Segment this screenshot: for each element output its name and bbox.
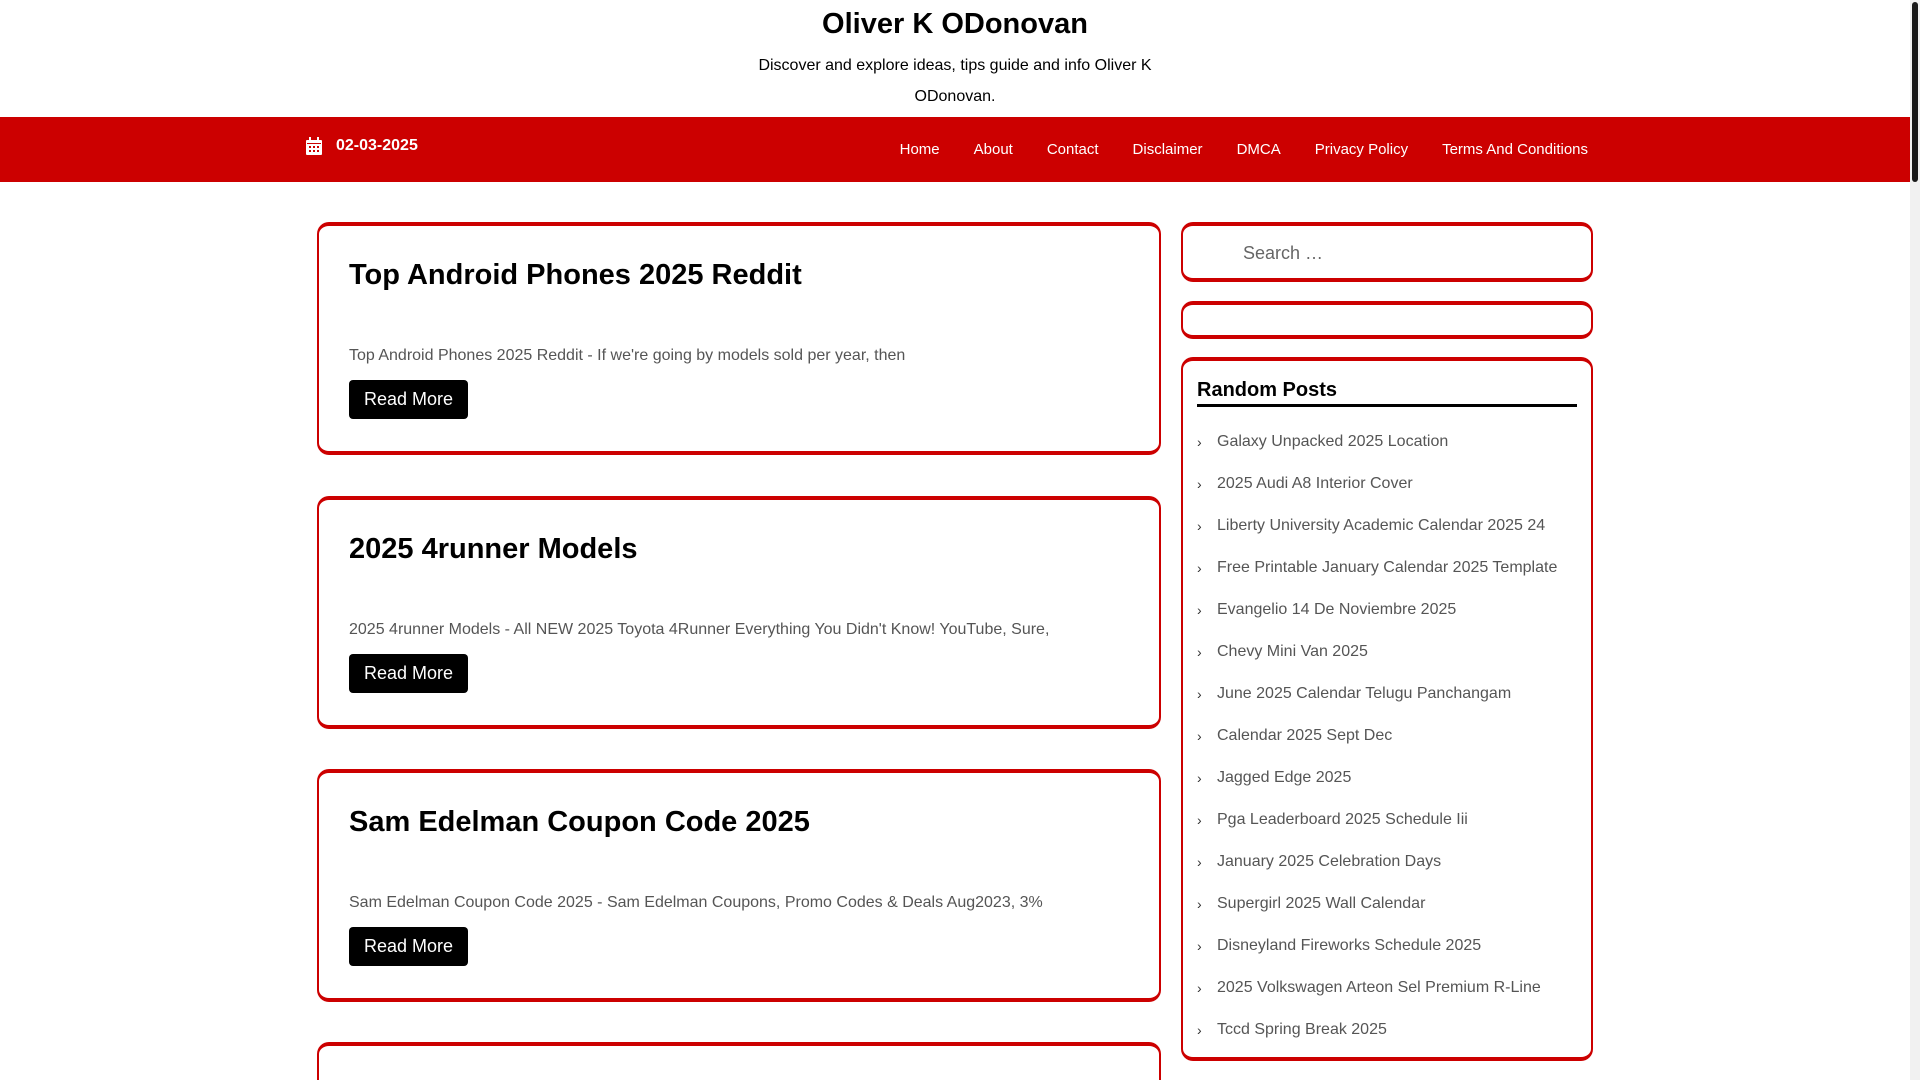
current-date: 02-03-2025 <box>336 137 418 154</box>
list-item: › 2025 Volkswagen Arteon Sel Premium R-Li… <box>1197 967 1577 1009</box>
nav-item-terms[interactable]: Terms And Conditions <box>1442 141 1588 158</box>
random-post-link[interactable]: Pga Leaderboard 2025 Schedule Iii <box>1217 811 1468 829</box>
chevron-right-icon: › <box>1197 560 1202 576</box>
nav-item-home[interactable]: Home <box>900 141 940 158</box>
list-item: › Chevy Mini Van 2025 <box>1197 631 1577 673</box>
chevron-right-icon: › <box>1197 476 1202 492</box>
read-more-button[interactable]: Read More <box>349 927 469 966</box>
random-post-link[interactable]: 2025 Audi A8 Interior Cover <box>1217 475 1413 493</box>
list-item: › Evangelio 14 De Noviembre 2025 <box>1197 589 1577 631</box>
list-item: › Calendar 2025 Sept Dec <box>1197 715 1577 757</box>
random-post-link[interactable]: Chevy Mini Van 2025 <box>1217 643 1368 661</box>
random-post-link[interactable]: June 2025 Calendar Telugu Panchangam <box>1217 685 1511 703</box>
chevron-right-icon: › <box>1197 980 1202 996</box>
nav-item-about[interactable]: About <box>974 141 1013 158</box>
post-excerpt: 2025 4runner Models - All NEW 2025 Toyot… <box>349 621 1050 638</box>
random-post-link[interactable]: Tccd Spring Break 2025 <box>1217 1021 1387 1039</box>
nav-item-privacy-policy[interactable]: Privacy Policy <box>1315 141 1408 158</box>
nav-item-contact[interactable]: Contact <box>1047 141 1099 158</box>
list-item: › Pga Leaderboard 2025 Schedule Iii <box>1197 799 1577 841</box>
random-posts-list: › Galaxy Unpacked 2025 Location › 2025 Aud… <box>1197 421 1577 1051</box>
post-card: 2025 4runner Models 2025 4runner Models … <box>317 496 1161 729</box>
post-title[interactable]: 2025 4runner Models <box>349 533 638 565</box>
random-post-link[interactable]: Disneyland Fireworks Schedule 2025 <box>1217 937 1481 955</box>
chevron-right-icon: › <box>1197 854 1202 870</box>
post-title[interactable]: Top Android Phones 2025 Reddit <box>349 259 802 291</box>
random-post-link[interactable]: Calendar 2025 Sept Dec <box>1217 727 1392 745</box>
list-item: › Free Printable January Calendar 2025 Te… <box>1197 547 1577 589</box>
nav-item-disclaimer[interactable]: Disclaimer <box>1133 141 1203 158</box>
chevron-right-icon: › <box>1197 518 1202 534</box>
random-post-link[interactable]: Supergirl 2025 Wall Calendar <box>1217 895 1425 913</box>
list-item: › Liberty University Academic Calendar 20… <box>1197 505 1577 547</box>
random-post-link[interactable]: January 2025 Celebration Days <box>1217 853 1441 871</box>
chevron-right-icon: › <box>1197 728 1202 744</box>
chevron-right-icon: › <box>1197 938 1202 954</box>
main-navbar: 02-03-2025 Home About Contact Disclaimer… <box>0 117 1910 182</box>
list-item: › 2025 Audi A8 Interior Cover <box>1197 463 1577 505</box>
post-card-partial <box>317 1042 1161 1080</box>
chevron-right-icon: › <box>1197 812 1202 828</box>
post-excerpt: Top Android Phones 2025 Reddit - If we'r… <box>349 347 906 364</box>
random-post-link[interactable]: 2025 Volkswagen Arteon Sel Premium R-Lin… <box>1217 979 1541 997</box>
list-item: › Tccd Spring Break 2025 <box>1197 1009 1577 1051</box>
chevron-right-icon: › <box>1197 1022 1202 1038</box>
post-card: Top Android Phones 2025 Reddit Top Andro… <box>317 222 1161 455</box>
search-input[interactable] <box>1243 238 1563 268</box>
post-card: Sam Edelman Coupon Code 2025 Sam Edelman… <box>317 769 1161 1002</box>
chevron-right-icon: › <box>1197 644 1202 660</box>
read-more-button[interactable]: Read More <box>349 654 469 693</box>
empty-widget <box>1181 301 1593 339</box>
chevron-right-icon: › <box>1197 770 1202 786</box>
random-post-link[interactable]: Evangelio 14 De Noviembre 2025 <box>1217 601 1456 619</box>
calendar-icon <box>306 137 322 155</box>
random-post-link[interactable]: Galaxy Unpacked 2025 Location <box>1217 433 1448 451</box>
site-title[interactable]: Oliver K ODonovan <box>0 8 1910 41</box>
list-item: › Jagged Edge 2025 <box>1197 757 1577 799</box>
site-header: Oliver K ODonovan Discover and explore i… <box>0 0 1910 117</box>
nav-date: 02-03-2025 <box>306 137 418 155</box>
random-post-link[interactable]: Jagged Edge 2025 <box>1217 769 1351 787</box>
random-post-link[interactable]: Liberty University Academic Calendar 202… <box>1217 517 1545 535</box>
search-widget <box>1181 222 1593 282</box>
list-item: › Supergirl 2025 Wall Calendar <box>1197 883 1577 925</box>
list-item: › Disneyland Fireworks Schedule 2025 <box>1197 925 1577 967</box>
post-excerpt: Sam Edelman Coupon Code 2025 - Sam Edelm… <box>349 894 1043 911</box>
random-post-link[interactable]: Free Printable January Calendar 2025 Tem… <box>1217 559 1557 577</box>
page-scrollbar[interactable] <box>1910 0 1920 1080</box>
chevron-right-icon: › <box>1197 602 1202 618</box>
chevron-right-icon: › <box>1197 896 1202 912</box>
random-posts-widget: Random Posts › Galaxy Unpacked 2025 Locat… <box>1181 357 1593 1061</box>
list-item: › Galaxy Unpacked 2025 Location <box>1197 421 1577 463</box>
random-posts-heading: Random Posts <box>1197 379 1577 407</box>
read-more-button[interactable]: Read More <box>349 380 469 419</box>
post-title[interactable]: Sam Edelman Coupon Code 2025 <box>349 806 810 838</box>
nav-item-dmca[interactable]: DMCA <box>1237 141 1281 158</box>
scrollbar-thumb[interactable] <box>1912 2 1918 182</box>
chevron-right-icon: › <box>1197 686 1202 702</box>
list-item: › January 2025 Celebration Days <box>1197 841 1577 883</box>
nav-menu: Home About Contact Disclaimer DMCA Priva… <box>866 117 1588 182</box>
list-item: › June 2025 Calendar Telugu Panchangam <box>1197 673 1577 715</box>
site-description: Discover and explore ideas, tips guide a… <box>758 57 1152 105</box>
chevron-right-icon: › <box>1197 434 1202 450</box>
